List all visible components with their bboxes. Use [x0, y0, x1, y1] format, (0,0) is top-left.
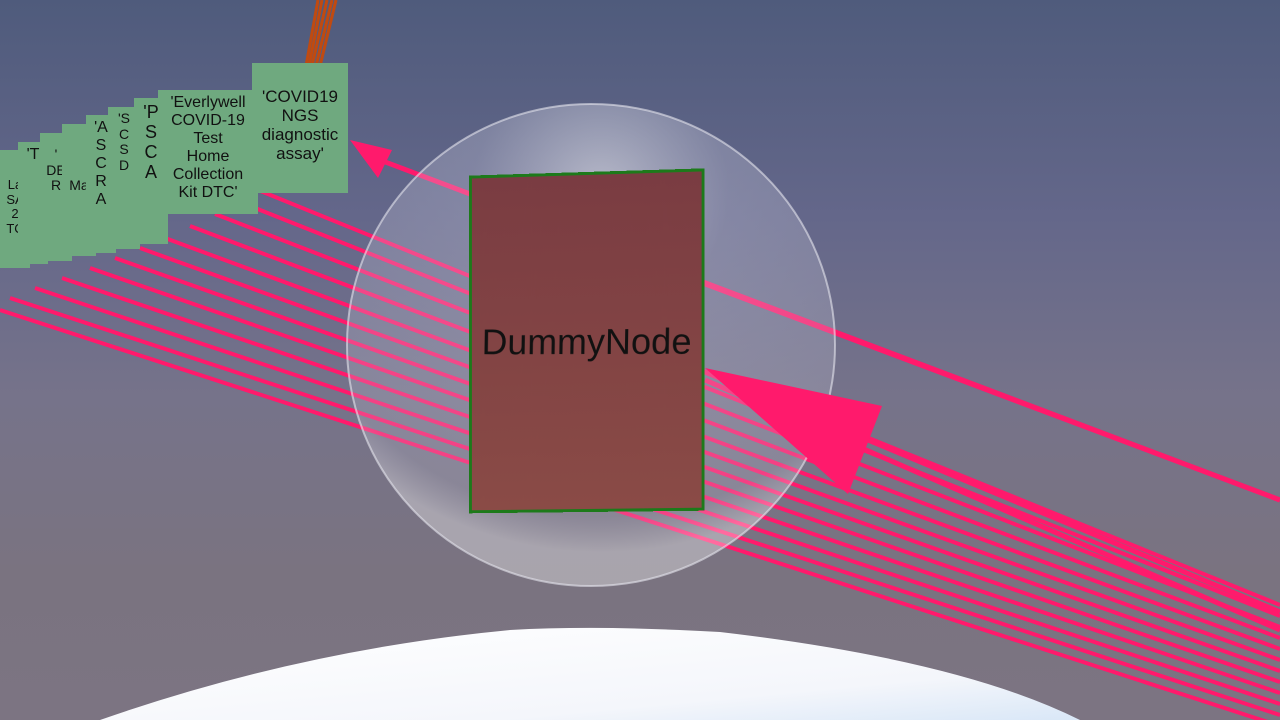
arrowhead-to-dummy-node — [705, 368, 882, 494]
arrowhead-to-covid-card — [350, 140, 392, 178]
dummy-node-card[interactable]: DummyNode — [468, 168, 705, 514]
vr-scene: La SA 2 TC 'T ' DE R Ma 'A S C R A 'S C … — [0, 0, 1280, 720]
dummy-node-label: DummyNode — [481, 320, 692, 363]
